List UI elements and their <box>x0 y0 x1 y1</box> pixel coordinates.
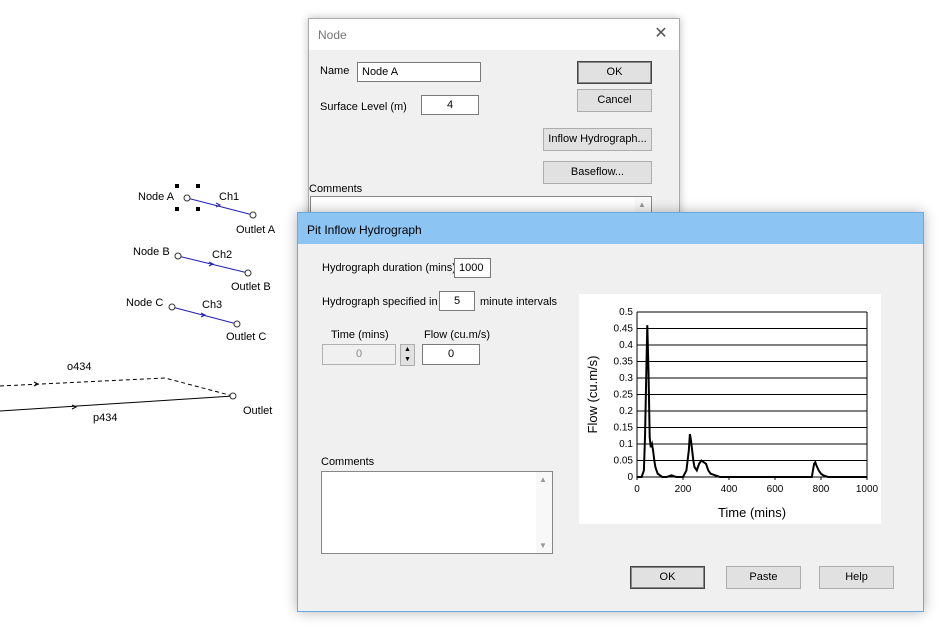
x-axis-label: Time (mins) <box>718 505 786 520</box>
outlet-a-marker[interactable] <box>249 211 257 219</box>
x-tick-label: 200 <box>675 484 692 495</box>
ch3-label: Ch3 <box>202 299 223 311</box>
pit-comments-textarea[interactable]: ▲ ▼ <box>321 471 553 554</box>
arrow-icon <box>71 404 78 410</box>
series-line-0 <box>637 325 867 478</box>
baseflow-button[interactable]: Baseflow... <box>543 161 652 184</box>
node-b-marker[interactable] <box>174 252 182 260</box>
outlet-c-label: Outlet C <box>226 331 267 343</box>
y-tick-label: 0.25 <box>614 390 634 401</box>
surface-level-label: Surface Level (m) <box>320 101 407 113</box>
y-tick-label: 0.05 <box>614 456 634 467</box>
outlet-label: Outlet <box>243 405 273 417</box>
ok-button[interactable]: OK <box>630 566 705 589</box>
x-tick-label: 400 <box>721 484 738 495</box>
p434-label: p434 <box>93 412 118 424</box>
outlet-b-marker[interactable] <box>244 269 252 277</box>
name-input[interactable]: Node A <box>357 62 481 82</box>
x-tick-label: 0 <box>634 484 640 495</box>
y-tick-label: 0.45 <box>614 324 634 335</box>
spin-down-icon[interactable]: ▼ <box>404 355 411 365</box>
node-dialog-title: Node <box>318 28 347 42</box>
pit-dialog-titlebar[interactable]: Pit Inflow Hydrograph <box>298 213 923 244</box>
link-o434-line[interactable] <box>0 377 234 397</box>
minute-intervals-label: minute intervals <box>480 296 558 308</box>
time-input[interactable]: 0 <box>322 344 396 365</box>
link-p434-line[interactable] <box>0 395 234 412</box>
y-tick-label: 0.2 <box>619 406 633 417</box>
node-comments-label: Comments <box>309 183 363 195</box>
o434-label: o434 <box>67 361 92 373</box>
ch1-label: Ch1 <box>219 191 240 203</box>
scrollbar[interactable]: ▲ ▼ <box>536 472 552 553</box>
y-tick-label: 0.35 <box>614 357 634 368</box>
interval-input[interactable]: 5 <box>439 291 475 311</box>
y-tick-label: 0.3 <box>619 373 633 384</box>
selection-handle[interactable] <box>175 184 179 188</box>
help-button[interactable]: Help <box>819 566 894 589</box>
time-spinner[interactable]: ▲ ▼ <box>400 344 415 366</box>
close-icon[interactable]: ✕ <box>651 24 671 44</box>
scroll-down-icon[interactable]: ▼ <box>539 541 547 550</box>
node-c-label: Node C <box>126 297 164 309</box>
y-tick-label: 0.5 <box>619 307 633 318</box>
y-tick-label: 0.4 <box>619 340 633 351</box>
hydrograph-chart: 0 0.05 0.1 0.15 0.2 0.25 0.3 0.35 0.4 0.45 0.5 0 200… <box>579 294 881 524</box>
outlet-c-marker[interactable] <box>233 320 241 328</box>
outlet-a-label: Outlet A <box>236 224 276 236</box>
duration-label: Hydrograph duration (mins) <box>322 262 456 274</box>
hydrograph-chart-svg: 0 0.05 0.1 0.15 0.2 0.25 0.3 0.35 0.4 0.45 0.5 0 200… <box>585 307 879 520</box>
x-tick-label: 1000 <box>856 484 879 495</box>
spin-up-icon[interactable]: ▲ <box>404 345 411 355</box>
x-tick-label: 800 <box>813 484 830 495</box>
selection-handle[interactable] <box>196 207 200 211</box>
selection-handle[interactable] <box>175 207 179 211</box>
x-tick-label: 600 <box>767 484 784 495</box>
time-column-label: Time (mins) <box>331 329 389 341</box>
outlet-b-label: Outlet B <box>231 281 271 293</box>
node-a-label: Node A <box>138 191 175 203</box>
surface-level-input[interactable]: 4 <box>421 95 479 115</box>
pit-dialog-title: Pit Inflow Hydrograph <box>307 223 422 237</box>
node-dialog-titlebar[interactable]: Node ✕ <box>309 19 679 50</box>
y-tick-label: 0 <box>627 472 633 483</box>
name-label: Name <box>320 65 350 77</box>
specified-in-label: Hydrograph specified in <box>322 296 438 308</box>
flow-input[interactable]: 0 <box>422 344 480 365</box>
outlet-marker[interactable] <box>229 392 237 400</box>
y-tick-label: 0.15 <box>614 423 634 434</box>
scroll-up-icon[interactable]: ▲ <box>638 200 646 209</box>
y-tick-label: 0.1 <box>619 439 633 450</box>
duration-input[interactable]: 1000 <box>454 258 491 278</box>
node-a-marker[interactable] <box>183 194 191 202</box>
pit-comments-label: Comments <box>321 456 375 468</box>
selection-handle[interactable] <box>196 184 200 188</box>
node-c-marker[interactable] <box>168 303 176 311</box>
inflow-hydrograph-button[interactable]: Inflow Hydrograph... <box>543 128 652 151</box>
scroll-up-icon[interactable]: ▲ <box>539 475 547 484</box>
ch2-label: Ch2 <box>212 249 233 261</box>
ok-button[interactable]: OK <box>577 61 652 84</box>
y-axis-label: Flow (cu.m/s) <box>585 356 600 434</box>
pit-inflow-hydrograph-dialog: Pit Inflow Hydrograph Hydrograph duratio… <box>297 212 924 612</box>
cancel-button[interactable]: Cancel <box>577 89 652 112</box>
flow-column-label: Flow (cu.m/s) <box>424 329 490 341</box>
paste-button[interactable]: Paste <box>726 566 801 589</box>
node-b-label: Node B <box>133 246 170 258</box>
